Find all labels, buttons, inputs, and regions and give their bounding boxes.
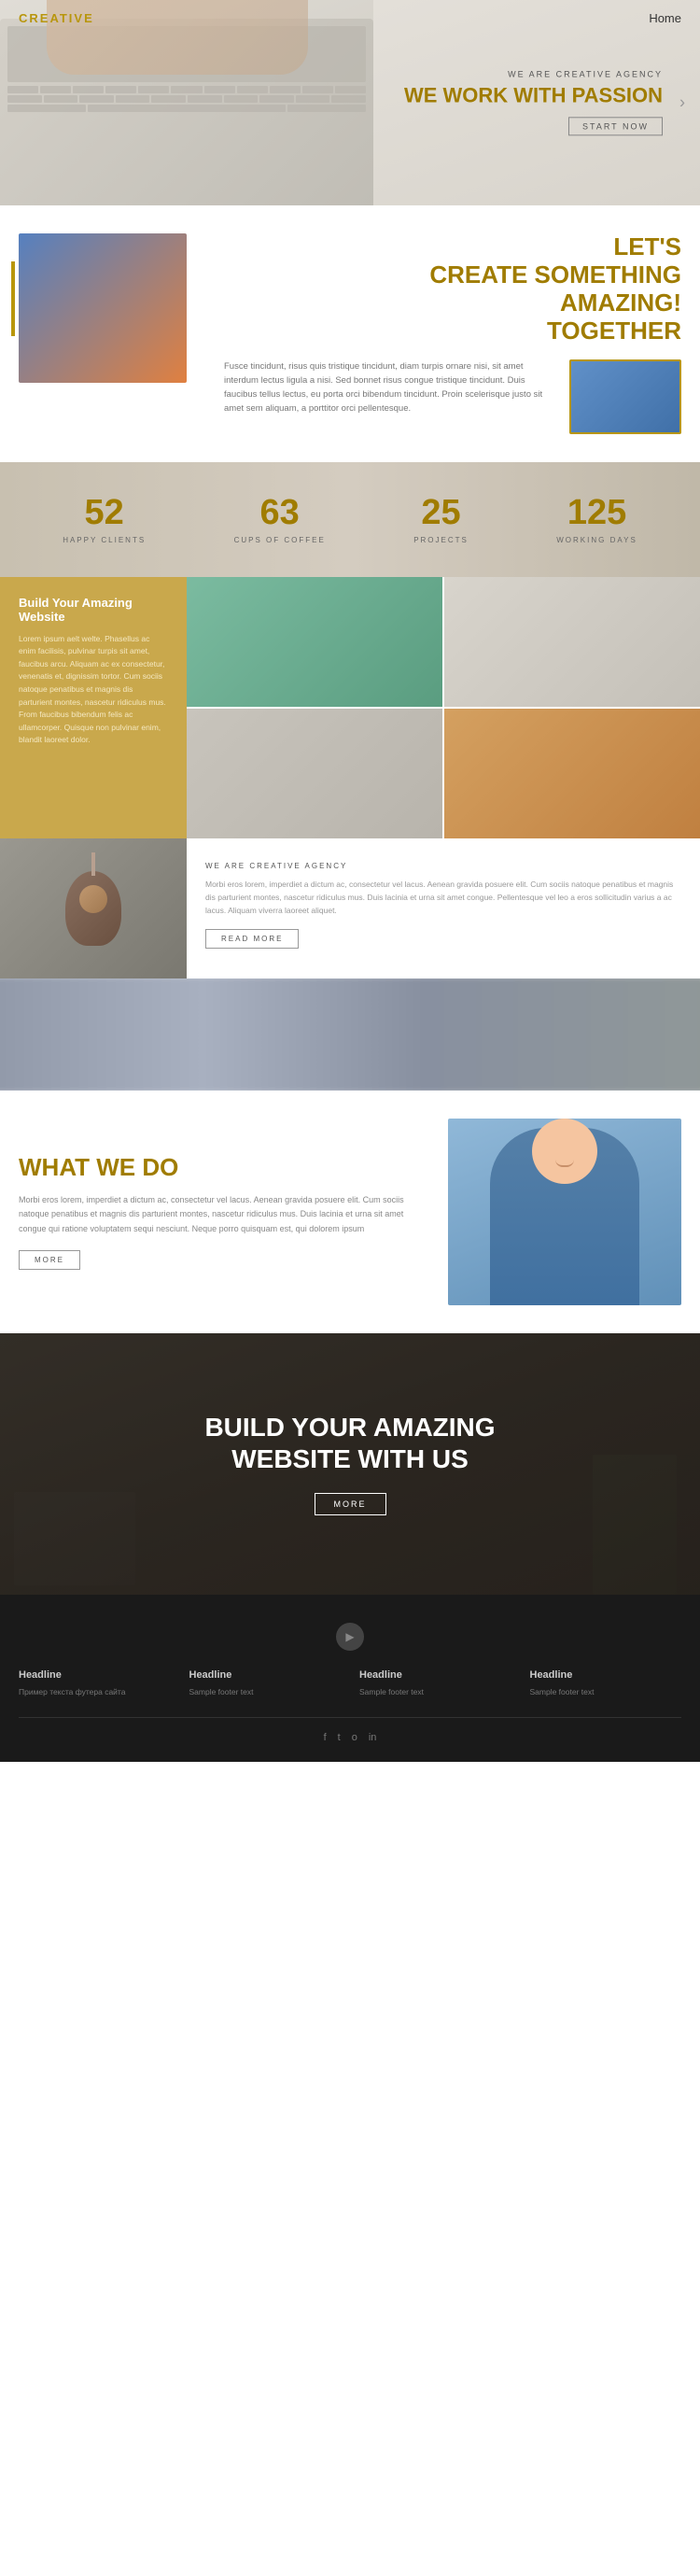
stat-number-coffee: 63 <box>234 495 326 530</box>
creative-agency-section: WE ARE CREATIVE AGENCY Morbi eros lorem,… <box>0 838 700 978</box>
build-image-4 <box>444 709 700 838</box>
footer-col-1-text: Пример текста футера сайта <box>19 1686 171 1699</box>
build-amazing-more-button[interactable]: MORE <box>315 1493 386 1515</box>
footer-col-2-text: Sample footer text <box>189 1686 342 1699</box>
lets-create-image2 <box>569 359 681 434</box>
creative-agency-text: Morbi eros lorem, imperdiet a dictum ac,… <box>205 878 681 918</box>
build-image-1 <box>187 577 442 707</box>
logo[interactable]: CREATIVE <box>19 11 94 25</box>
footer-col-4-title: Headline <box>530 1669 682 1681</box>
stat-number-projects: 25 <box>413 495 469 530</box>
what-we-do-image <box>448 1119 681 1305</box>
nav-home[interactable]: Home <box>649 11 681 25</box>
footer-column-2: Headline Sample footer text <box>189 1669 342 1699</box>
creative-agency-content: WE ARE CREATIVE AGENCY Morbi eros lorem,… <box>187 838 700 978</box>
stat-projects: 25 PROJECTS <box>413 495 469 544</box>
twitter-icon[interactable]: t <box>338 1732 341 1743</box>
what-we-do-section: WHAT WE DO Morbi eros lorem, imperdiet a… <box>0 1091 700 1333</box>
lets-create-image-area <box>19 233 205 434</box>
lets-create-image1 <box>19 233 187 383</box>
build-website-left: Build Your Amazing Website Lorem ipsum a… <box>0 577 187 838</box>
footer-col-3-text: Sample footer text <box>359 1686 511 1699</box>
footer-column-3: Headline Sample footer text <box>359 1669 511 1699</box>
footer-column-4: Headline Sample footer text <box>530 1669 682 1699</box>
hero-start-button[interactable]: START NOW <box>568 118 663 136</box>
lets-create-title: LET'S CREATE SOMETHING AMAZING! TOGETHER <box>224 233 681 345</box>
stat-label-coffee: CUPS OF COFFEE <box>234 536 326 544</box>
hero-next-arrow[interactable]: › <box>679 93 685 113</box>
hero-subtitle: WE ARE CREATIVE AGENCY <box>404 69 663 78</box>
stat-cups-coffee: 63 CUPS OF COFFEE <box>234 495 326 544</box>
facebook-icon[interactable]: f <box>324 1732 327 1743</box>
what-we-do-title: WHAT WE DO <box>19 1153 429 1182</box>
creative-agency-subtitle: WE ARE CREATIVE AGENCY <box>205 862 681 870</box>
stat-label-projects: PROJECTS <box>413 536 469 544</box>
footer-social: f t o in <box>19 1717 681 1743</box>
hero-content: WE ARE CREATIVE AGENCY WE WORK WITH PASS… <box>404 69 663 135</box>
build-image-2 <box>444 577 700 707</box>
linkedin-icon[interactable]: in <box>369 1732 377 1743</box>
read-more-button[interactable]: READ MORE <box>205 929 299 949</box>
stat-happy-clients: 52 HAPPY CLIENTS <box>63 495 146 544</box>
lets-create-content: LET'S CREATE SOMETHING AMAZING! TOGETHER… <box>224 233 681 434</box>
footer-col-1-title: Headline <box>19 1669 171 1681</box>
build-website-section: Build Your Amazing Website Lorem ipsum a… <box>0 577 700 838</box>
footer-col-2-title: Headline <box>189 1669 342 1681</box>
footer-columns: Headline Пример текста футера сайта Head… <box>19 1669 681 1699</box>
build-website-title: Build Your Amazing Website <box>19 596 168 624</box>
stat-number-clients: 52 <box>63 495 146 530</box>
hero-title: WE WORK WITH PASSION <box>404 83 663 107</box>
stat-working-days: 125 WORKING DAYS <box>556 495 637 544</box>
header: CREATIVE Home <box>0 0 700 36</box>
stats-section: 52 HAPPY CLIENTS 63 CUPS OF COFFEE 25 PR… <box>0 462 700 577</box>
footer-column-1: Headline Пример текста футера сайта <box>19 1669 171 1699</box>
what-we-do-text: Morbi eros lorem, imperdiet a dictum ac,… <box>19 1193 429 1236</box>
build-image-3 <box>187 709 442 838</box>
instagram-icon[interactable]: o <box>352 1732 357 1743</box>
creative-agency-image <box>0 838 187 978</box>
footer-play-icon[interactable]: ▶ <box>336 1623 364 1651</box>
lets-create-body: Fusce tincidunt, risus quis tristique ti… <box>224 359 681 434</box>
lets-create-text: Fusce tincidunt, risus quis tristique ti… <box>224 359 555 434</box>
footer-top: ▶ <box>19 1623 681 1651</box>
stat-label-clients: HAPPY CLIENTS <box>63 536 146 544</box>
build-website-images <box>187 577 700 838</box>
city-background <box>0 978 700 1091</box>
footer: ▶ Headline Пример текста футера сайта He… <box>0 1595 700 1763</box>
build-amazing-section: BUILD YOUR AMAZING WEBSITE WITH US MORE <box>0 1333 700 1595</box>
build-amazing-title: BUILD YOUR AMAZING WEBSITE WITH US <box>204 1412 495 1474</box>
lets-create-section: LET'S CREATE SOMETHING AMAZING! TOGETHER… <box>0 205 700 462</box>
build-website-text: Lorem ipsum aelt welte. Phasellus ac eni… <box>19 633 168 747</box>
stat-number-days: 125 <box>556 495 637 530</box>
what-we-do-content: WHAT WE DO Morbi eros lorem, imperdiet a… <box>19 1153 429 1270</box>
decorative-bar <box>11 261 15 336</box>
footer-col-4-text: Sample footer text <box>530 1686 682 1699</box>
footer-col-3-title: Headline <box>359 1669 511 1681</box>
city-blur-section <box>0 978 700 1091</box>
what-we-do-more-button[interactable]: MORE <box>19 1250 80 1270</box>
stat-label-days: WORKING DAYS <box>556 536 637 544</box>
